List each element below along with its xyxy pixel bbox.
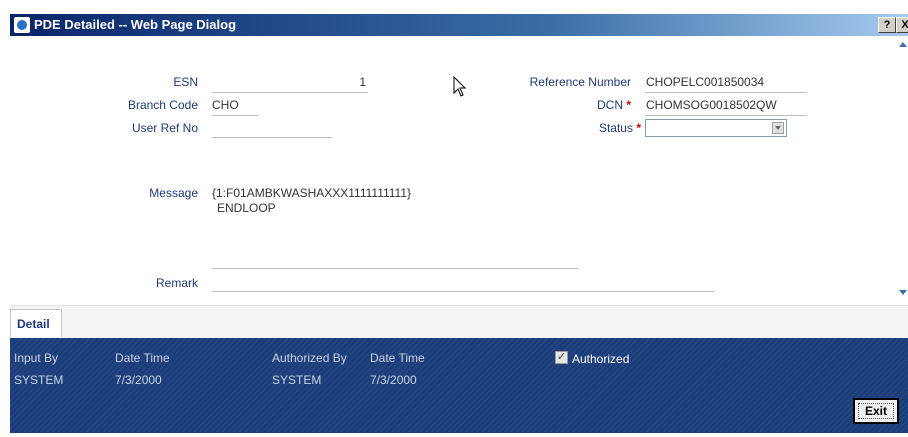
scroll-up-icon[interactable] (898, 40, 908, 50)
mouse-cursor-icon (453, 76, 467, 97)
reference-number-field[interactable]: CHOPELC001850034 (646, 75, 764, 89)
status-label-text: Status (598, 121, 633, 135)
remark-label: Remark (155, 276, 198, 290)
status-select[interactable] (645, 119, 787, 137)
input-by-value: SYSTEM (14, 373, 64, 387)
date-time-value-2: 7/3/2000 (370, 373, 417, 387)
date-time-label-1: Date Time (115, 351, 170, 365)
dropdown-arrow-icon[interactable] (772, 122, 784, 134)
branch-code-label: Branch Code (127, 98, 198, 112)
reference-number-label: Reference Number (529, 75, 631, 89)
dcn-label: DCN * (560, 98, 631, 112)
window-title: PDE Detailed -- Web Page Dialog (34, 17, 237, 32)
dcn-label-text: DCN (596, 98, 623, 112)
message-line-2: ENDLOOP (217, 201, 276, 215)
message-label: Message (149, 186, 198, 200)
exit-button[interactable]: Exit (853, 398, 899, 424)
esn-field-underline (212, 92, 368, 93)
esn-field[interactable]: 1 (212, 75, 366, 89)
input-by-label: Input By (14, 351, 59, 365)
tab-strip: Detail (10, 305, 908, 338)
status-required-mark: * (636, 121, 641, 135)
title-bar: PDE Detailed -- Web Page Dialog ? X (10, 14, 908, 36)
remark-underline (212, 291, 714, 292)
reference-number-underline (645, 92, 807, 93)
tab-detail[interactable]: Detail (10, 309, 62, 337)
branch-code-underline (212, 115, 258, 116)
date-time-value-1: 7/3/2000 (115, 373, 162, 387)
scroll-down-icon[interactable] (898, 288, 908, 298)
help-icon[interactable]: ? (878, 17, 896, 33)
date-time-label-2: Date Time (370, 351, 425, 365)
authorized-by-value: SYSTEM (272, 373, 322, 387)
esn-label: ESN (173, 75, 198, 89)
dcn-underline (645, 115, 807, 116)
authorized-checkbox[interactable]: ✓ (555, 351, 568, 364)
branch-code-field[interactable]: CHO (212, 98, 239, 112)
close-icon[interactable]: X (896, 17, 908, 33)
dcn-field[interactable]: CHOMSOG0018502QW (646, 98, 777, 112)
user-ref-no-label: User Ref No (131, 121, 198, 135)
audit-footer: Input By Date Time Authorized By Date Ti… (10, 338, 908, 433)
window-app-icon (14, 17, 30, 33)
exit-button-label: Exit (857, 403, 894, 419)
message-line-1: {1:F01AMBKWASHAXXX1111111111} (212, 186, 412, 200)
user-ref-no-underline (212, 137, 332, 138)
status-label: Status * (560, 121, 641, 135)
authorized-label: Authorized (572, 352, 630, 366)
dialog-window: PDE Detailed -- Web Page Dialog ? X ESN … (0, 0, 908, 437)
message-underline (212, 268, 578, 269)
dcn-required-mark: * (626, 98, 631, 112)
authorized-by-label: Authorized By (272, 351, 347, 365)
